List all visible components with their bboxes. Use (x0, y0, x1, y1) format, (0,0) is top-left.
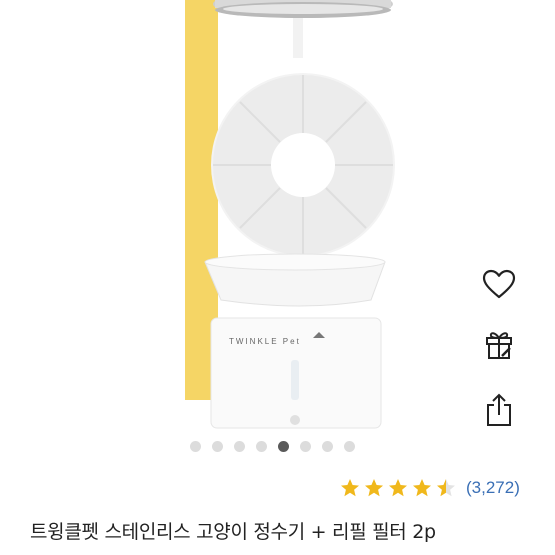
carousel-dot[interactable] (256, 440, 267, 452)
star-icon (437, 479, 455, 497)
share-icon (487, 393, 511, 426)
carousel-dot[interactable] (212, 440, 223, 452)
star-rating (340, 478, 460, 498)
product-rating[interactable]: (3,272) (340, 478, 520, 498)
carousel-dot[interactable] (234, 440, 245, 452)
carousel-dot[interactable] (300, 440, 311, 452)
carousel-dot[interactable] (190, 440, 201, 452)
share-button[interactable] (477, 388, 521, 432)
carousel-dot[interactable] (344, 440, 355, 452)
product-photo: TWINKLE Pet (185, 0, 420, 430)
gift-icon (486, 332, 512, 359)
star-icon (413, 479, 431, 497)
carousel-pagination[interactable] (190, 440, 355, 452)
product-title: 트윙클펫 스테인리스 고양이 정수기 + 리필 필터 2p (30, 521, 436, 543)
carousel-dot[interactable] (322, 440, 333, 452)
gift-button[interactable] (477, 322, 521, 366)
rating-count[interactable]: (3,272) (466, 478, 520, 498)
star-icon (365, 479, 383, 497)
star-icon (389, 479, 407, 497)
star-icon (341, 479, 359, 497)
svg-text:TWINKLE Pet: TWINKLE Pet (229, 337, 301, 346)
carousel-dot[interactable] (278, 440, 289, 452)
wishlist-button[interactable] (477, 262, 521, 306)
heart-icon (482, 269, 516, 299)
product-image-carousel[interactable]: TWINKLE Pet (0, 0, 555, 430)
